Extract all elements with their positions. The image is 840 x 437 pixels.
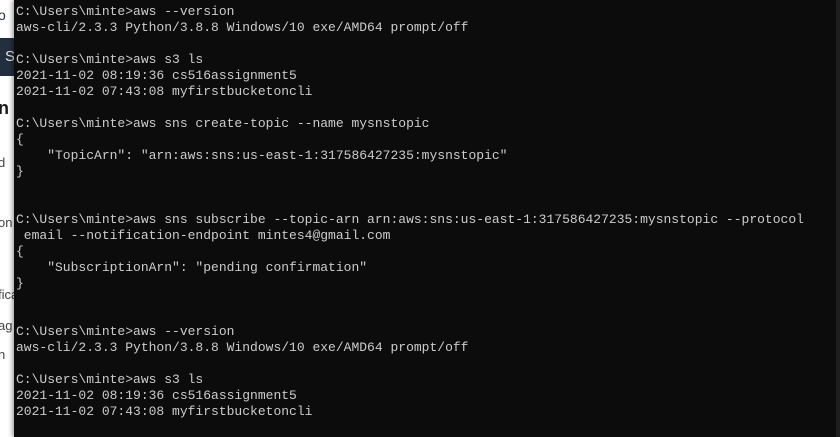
console-line: "SubscriptionArn": "pending confirmation… xyxy=(16,260,368,275)
background-text-fragment: fica xyxy=(0,287,14,302)
console-line: { xyxy=(16,244,24,259)
command-prompt-window[interactable]: C:\Users\minte>aws --version aws-cli/2.3… xyxy=(14,0,840,437)
console-line: email --notification-endpoint mintes4@gm… xyxy=(16,228,391,243)
desktop: o S n S d on fica ag n C:\Users\minte>aw… xyxy=(0,0,840,437)
console-line: C:\Users\minte>aws s3 ls xyxy=(16,52,204,67)
console-line: 2021-11-02 07:43:08 myfirstbucketoncli xyxy=(16,404,313,419)
console-line: } xyxy=(16,164,24,179)
console-line: C:\Users\minte>aws --version xyxy=(16,4,235,19)
background-text-fragment: ag xyxy=(0,318,13,333)
console-line: 2021-11-02 08:19:36 cs516assignment5 xyxy=(16,388,297,403)
console-line: } xyxy=(16,276,24,291)
background-nav-band: S xyxy=(0,38,14,76)
console-line: 2021-11-02 07:43:08 myfirstbucketoncli xyxy=(16,84,313,99)
background-text-fragment: on xyxy=(0,215,13,230)
console-output[interactable]: C:\Users\minte>aws --version aws-cli/2.3… xyxy=(16,4,804,420)
console-scrollbar[interactable] xyxy=(836,0,840,437)
console-line: C:\Users\minte>aws sns create-topic --na… xyxy=(16,116,430,131)
console-line: "TopicArn": "arn:aws:sns:us-east-1:31758… xyxy=(16,148,508,163)
background-browser-window[interactable]: o S n S d on fica ag n xyxy=(0,0,14,437)
background-text-fragment: d xyxy=(0,155,6,170)
background-text-fragment: n xyxy=(0,347,6,362)
console-line: C:\Users\minte>aws sns subscribe --topic… xyxy=(16,212,804,227)
background-text-fragment: S xyxy=(5,48,14,65)
background-heading-fragment: n S xyxy=(0,98,14,118)
background-text-fragment: o xyxy=(0,7,6,23)
console-line: C:\Users\minte>aws s3 ls xyxy=(16,372,204,387)
console-line: aws-cli/2.3.3 Python/3.8.8 Windows/10 ex… xyxy=(16,20,469,35)
console-line: C:\Users\minte>aws --version xyxy=(16,324,235,339)
console-line: 2021-11-02 08:19:36 cs516assignment5 xyxy=(16,68,297,83)
console-line: { xyxy=(16,132,24,147)
console-line: aws-cli/2.3.3 Python/3.8.8 Windows/10 ex… xyxy=(16,340,469,355)
